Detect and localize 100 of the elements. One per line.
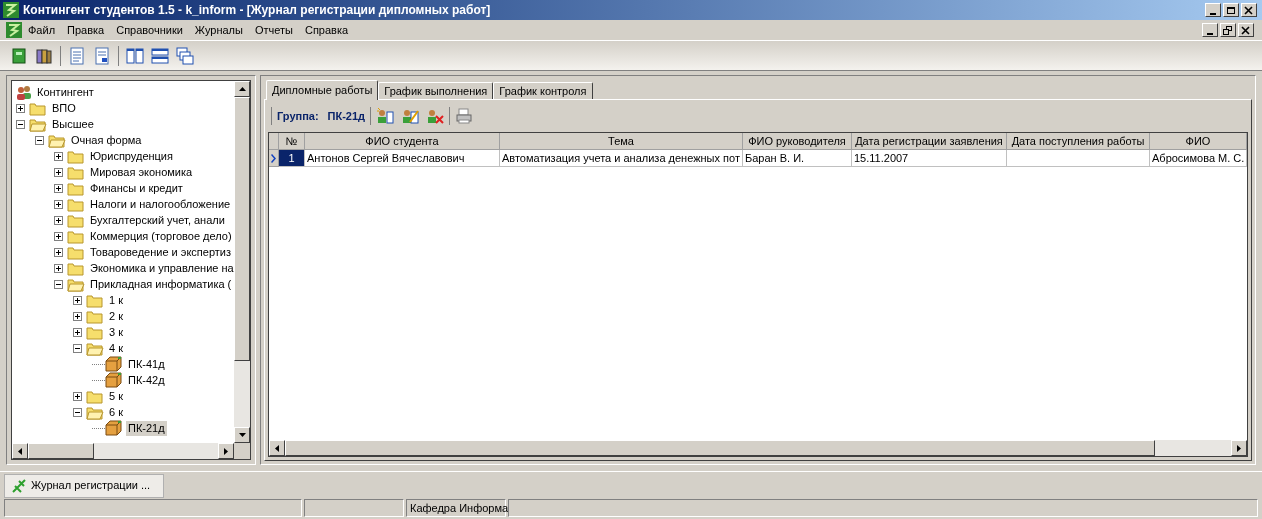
menu-item[interactable]: Файл xyxy=(22,21,62,39)
expand-toggle[interactable] xyxy=(73,327,82,337)
tab[interactable]: Дипломные работы xyxy=(266,80,379,100)
expand-toggle[interactable] xyxy=(16,119,25,129)
folder-icon xyxy=(29,100,47,116)
expand-toggle[interactable] xyxy=(54,199,63,209)
scrollbar-corner xyxy=(234,443,250,459)
expand-toggle[interactable] xyxy=(73,295,82,305)
tree-item[interactable]: ПК-42д xyxy=(126,372,167,388)
scroll-thumb[interactable] xyxy=(234,97,250,361)
tree-item[interactable]: Очная форма xyxy=(69,132,144,148)
scroll-thumb[interactable] xyxy=(285,440,1155,456)
expand-toggle[interactable] xyxy=(54,167,63,177)
tree-item[interactable]: Мировая экономика xyxy=(88,164,195,180)
plus-icon xyxy=(74,296,81,304)
expand-toggle[interactable] xyxy=(16,103,25,113)
table-cell: Антонов Сергей Вячеславович xyxy=(305,150,500,167)
plus-icon xyxy=(74,392,81,400)
column-header[interactable]: ФИО руководителя xyxy=(743,133,852,150)
expand-toggle[interactable] xyxy=(73,311,82,321)
plus-icon xyxy=(55,216,62,224)
expand-toggle[interactable] xyxy=(35,135,44,145)
menu-item[interactable]: Отчеты xyxy=(248,21,299,39)
plus-icon xyxy=(55,168,62,176)
tree-item[interactable]: 3 к xyxy=(107,324,125,340)
minimize-icon xyxy=(1207,32,1213,35)
right-arrow-icon xyxy=(224,447,228,455)
expand-toggle[interactable] xyxy=(54,247,63,257)
expand-toggle[interactable] xyxy=(54,231,63,241)
menu-item[interactable]: Правка xyxy=(61,21,111,39)
scroll-up-button[interactable] xyxy=(234,81,250,97)
minimize-button[interactable] xyxy=(1205,3,1221,17)
tree-item[interactable]: Бухгалтерский учет, анали xyxy=(88,212,227,228)
tree-item[interactable]: Высшее xyxy=(50,116,96,132)
tree-item[interactable]: Юриспруденция xyxy=(88,148,175,164)
open-folder-icon xyxy=(86,340,104,356)
scroll-left-button[interactable] xyxy=(269,440,285,456)
expand-toggle[interactable] xyxy=(54,279,63,289)
close-button[interactable] xyxy=(1238,23,1254,37)
row-indicator[interactable] xyxy=(269,150,279,167)
tree-item[interactable]: Налоги и налогообложение xyxy=(88,196,233,212)
tree-item[interactable]: 1 к xyxy=(107,292,125,308)
box-icon xyxy=(105,372,123,388)
tree-item[interactable]: ВПО xyxy=(50,100,78,116)
restore-button[interactable] xyxy=(1220,23,1236,37)
maximize-icon xyxy=(1226,5,1236,15)
status-panel: Кафедра Информа xyxy=(406,499,506,517)
expand-toggle[interactable] xyxy=(54,263,63,273)
expand-toggle[interactable] xyxy=(54,151,63,161)
down-arrow-icon xyxy=(238,433,246,437)
column-header[interactable]: ФИО студента xyxy=(305,133,500,150)
scroll-thumb[interactable] xyxy=(28,443,94,459)
menu-item[interactable]: Справочники xyxy=(110,21,189,39)
tree-item[interactable]: 6 к xyxy=(107,404,125,420)
column-header[interactable]: Тема xyxy=(500,133,743,150)
tree-item[interactable]: ПК-21д xyxy=(126,420,167,436)
maximize-button[interactable] xyxy=(1223,3,1239,17)
menu-item[interactable]: Справка xyxy=(298,21,355,39)
restore-icon xyxy=(1223,25,1233,35)
expand-toggle[interactable] xyxy=(54,215,63,225)
group-value: ПК-21д xyxy=(327,108,366,124)
tree-item[interactable]: Товароведение и экспертиз xyxy=(88,244,233,260)
column-header[interactable]: Дата поступления работы xyxy=(1007,133,1150,150)
expand-toggle[interactable] xyxy=(73,343,82,353)
tree-item[interactable]: 2 к xyxy=(107,308,125,324)
tree-item[interactable]: 4 к xyxy=(107,340,125,356)
open-folder-icon xyxy=(86,404,104,420)
plus-icon xyxy=(55,184,62,192)
tab[interactable]: График контроля xyxy=(493,82,593,99)
table-cell: Абросимова М. С. xyxy=(1150,150,1247,167)
minimize-button[interactable] xyxy=(1202,23,1218,37)
column-header[interactable]: Дата регистрации заявления xyxy=(852,133,1007,150)
open-folder-icon xyxy=(29,116,47,132)
cascade-icon[interactable] xyxy=(174,44,196,67)
window-tab[interactable]: Журнал регистрации ... xyxy=(4,473,164,498)
expand-toggle[interactable] xyxy=(73,407,82,417)
scroll-right-button[interactable] xyxy=(218,443,234,459)
column-header[interactable]: ФИО xyxy=(1150,133,1247,150)
folder-icon xyxy=(67,212,85,228)
expand-toggle[interactable] xyxy=(73,391,82,401)
tree-item[interactable]: Финансы и кредит xyxy=(88,180,185,196)
plus-icon xyxy=(74,312,81,320)
plus-icon xyxy=(55,152,62,160)
close-button[interactable] xyxy=(1241,3,1257,17)
add-person-icon[interactable] xyxy=(374,105,397,127)
tree-item[interactable]: Контингент xyxy=(35,84,96,100)
box-icon xyxy=(105,420,123,436)
close-icon xyxy=(1244,5,1254,15)
scroll-left-button[interactable] xyxy=(12,443,28,459)
expand-toggle[interactable] xyxy=(54,183,63,193)
tree-item[interactable]: Экономика и управление на xyxy=(88,260,234,276)
tab[interactable]: График выполнения xyxy=(378,82,494,99)
scroll-down-button[interactable] xyxy=(234,427,250,443)
tree-item[interactable]: Коммерция (торговое дело) xyxy=(88,228,234,244)
table-cell: 1 xyxy=(279,150,305,167)
scroll-right-button[interactable] xyxy=(1231,440,1247,456)
menu-item[interactable]: Журналы xyxy=(188,21,249,39)
tree-item[interactable]: 5 к xyxy=(107,388,125,404)
tree-item[interactable]: Прикладная информатика ( xyxy=(88,276,234,292)
tree-item[interactable]: ПК-41д xyxy=(126,356,167,372)
